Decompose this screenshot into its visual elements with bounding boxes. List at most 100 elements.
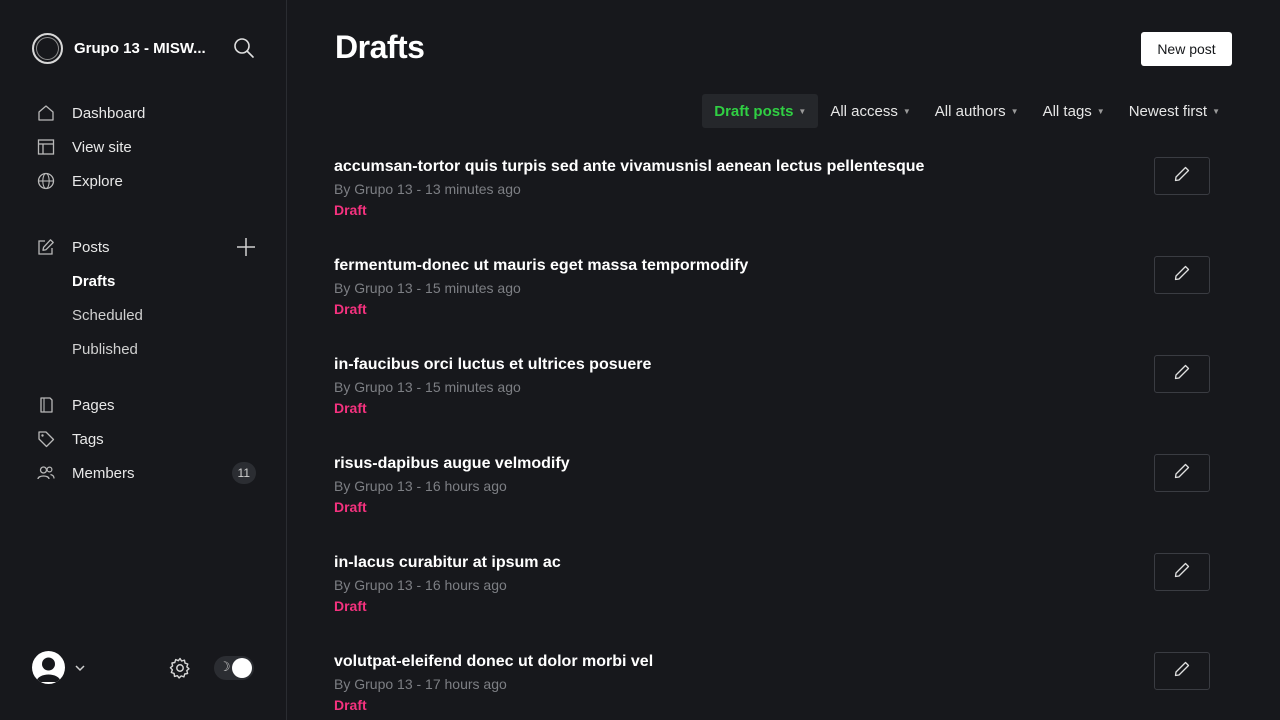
post-list-item[interactable]: volutpat-eleifend donec ut dolor morbi v… bbox=[334, 649, 1214, 720]
filter-label: All authors bbox=[934, 102, 1006, 120]
post-list-item[interactable]: in-faucibus orci luctus et ultrices posu… bbox=[334, 352, 1214, 451]
pencil-icon bbox=[1174, 166, 1190, 187]
nav-label: Explore bbox=[72, 172, 123, 190]
content-nav: Pages Tags Members 11 bbox=[32, 388, 262, 490]
edit-post-button[interactable] bbox=[1154, 256, 1210, 294]
nav-label: Scheduled bbox=[72, 306, 143, 324]
chevron-down-icon: ▼ bbox=[798, 106, 807, 116]
nav-label: Posts bbox=[72, 238, 110, 256]
main-nav: Dashboard View site Explore bbox=[32, 96, 262, 198]
filter-type-dropdown[interactable]: Draft posts ▼ bbox=[702, 94, 819, 128]
post-status: Draft bbox=[334, 499, 367, 515]
chevron-down-icon: ▼ bbox=[902, 106, 911, 116]
nav-label: Members bbox=[72, 464, 135, 482]
members-count-badge: 11 bbox=[231, 462, 256, 484]
tag-icon bbox=[36, 429, 56, 449]
post-list-item[interactable]: risus-dapibus augue velmodify By Grupo 1… bbox=[334, 451, 1214, 550]
nav-tags[interactable]: Tags bbox=[32, 422, 262, 456]
post-list-item[interactable]: in-lacus curabitur at ipsum ac By Grupo … bbox=[334, 550, 1214, 649]
edit-post-button[interactable] bbox=[1154, 553, 1210, 591]
pencil-icon bbox=[1174, 364, 1190, 385]
nav-label: Pages bbox=[72, 396, 115, 414]
post-title[interactable]: volutpat-eleifend donec ut dolor morbi v… bbox=[334, 653, 653, 671]
filter-label: All tags bbox=[1042, 102, 1092, 120]
theme-toggle[interactable]: ☽ bbox=[214, 656, 254, 680]
post-list-item[interactable]: fermentum-donec ut mauris eget massa tem… bbox=[334, 253, 1214, 352]
post-meta: By Grupo 13 - 16 hours ago bbox=[334, 478, 507, 494]
filter-label: Newest first bbox=[1128, 102, 1208, 120]
pencil-icon bbox=[1174, 463, 1190, 484]
sidebar-footer: ☽ bbox=[32, 651, 256, 685]
site-brand[interactable]: Grupo 13 - MISW... bbox=[32, 32, 212, 64]
filter-label: Draft posts bbox=[714, 102, 794, 120]
chevron-down-icon: ▼ bbox=[1010, 106, 1019, 116]
filter-label: All access bbox=[830, 102, 898, 120]
post-meta: By Grupo 13 - 13 minutes ago bbox=[334, 181, 521, 197]
pencil-icon bbox=[1174, 265, 1190, 286]
post-status: Draft bbox=[334, 301, 367, 317]
nav-dashboard[interactable]: Dashboard bbox=[32, 96, 262, 130]
filter-tags-dropdown[interactable]: All tags ▼ bbox=[1031, 94, 1117, 128]
nav-drafts[interactable]: Drafts bbox=[32, 264, 262, 298]
nav-label: View site bbox=[72, 138, 132, 156]
edit-post-icon bbox=[36, 237, 56, 257]
new-post-button[interactable]: New post bbox=[1141, 32, 1232, 66]
post-list-item[interactable]: accumsan-tortor quis turpis sed ante viv… bbox=[334, 154, 1214, 253]
nav-explore[interactable]: Explore bbox=[32, 164, 262, 198]
nav-published[interactable]: Published bbox=[32, 332, 262, 366]
filter-access-dropdown[interactable]: All access ▼ bbox=[818, 94, 922, 128]
nav-label: Dashboard bbox=[72, 104, 146, 122]
post-title[interactable]: risus-dapibus augue velmodify bbox=[334, 455, 570, 473]
post-title[interactable]: fermentum-donec ut mauris eget massa tem… bbox=[334, 257, 748, 275]
pencil-icon bbox=[1174, 562, 1190, 583]
moon-icon: ☽ bbox=[219, 659, 231, 674]
nav-posts[interactable]: Posts bbox=[32, 230, 262, 264]
edit-post-button[interactable] bbox=[1154, 355, 1210, 393]
main-content: Drafts New post Draft posts ▼ All access ▼… bbox=[287, 0, 1280, 720]
post-list: accumsan-tortor quis turpis sed ante viv… bbox=[334, 154, 1214, 720]
chevron-down-icon[interactable] bbox=[74, 661, 86, 679]
chevron-down-icon: ▼ bbox=[1212, 106, 1220, 116]
post-title[interactable]: in-faucibus orci luctus et ultrices posu… bbox=[334, 356, 651, 374]
site-logo-icon bbox=[32, 32, 63, 64]
nav-label: Published bbox=[72, 340, 138, 358]
pages-icon bbox=[36, 395, 56, 415]
nav-view-site[interactable]: View site bbox=[32, 130, 262, 164]
home-icon bbox=[36, 103, 56, 123]
post-title[interactable]: accumsan-tortor quis turpis sed ante viv… bbox=[334, 158, 924, 176]
post-meta: By Grupo 13 - 16 hours ago bbox=[334, 577, 507, 593]
edit-post-button[interactable] bbox=[1154, 652, 1210, 690]
gear-icon[interactable] bbox=[168, 656, 192, 680]
post-status: Draft bbox=[334, 202, 367, 218]
posts-nav: Posts Drafts Scheduled Published bbox=[32, 230, 262, 366]
globe-icon bbox=[36, 171, 56, 191]
user-avatar-icon[interactable] bbox=[32, 651, 65, 684]
post-meta: By Grupo 13 - 17 hours ago bbox=[334, 676, 507, 692]
layout-icon bbox=[36, 137, 56, 157]
nav-pages[interactable]: Pages bbox=[32, 388, 262, 422]
site-name: Grupo 13 - MISW... bbox=[74, 39, 206, 57]
nav-label: Tags bbox=[72, 430, 104, 448]
edit-post-button[interactable] bbox=[1154, 454, 1210, 492]
nav-members[interactable]: Members 11 bbox=[32, 456, 262, 490]
sidebar: Grupo 13 - MISW... Dashboard View site E… bbox=[0, 0, 287, 720]
search-icon[interactable] bbox=[233, 37, 255, 59]
toggle-knob bbox=[232, 658, 252, 678]
post-status: Draft bbox=[334, 697, 367, 713]
chevron-down-icon: ▼ bbox=[1096, 106, 1105, 116]
filter-bar: Draft posts ▼ All access ▼ All authors ▼ Al… bbox=[702, 94, 1232, 128]
nav-scheduled[interactable]: Scheduled bbox=[32, 298, 262, 332]
nav-label: Drafts bbox=[72, 272, 116, 290]
new-post-plus-icon[interactable] bbox=[236, 237, 256, 257]
filter-order-dropdown[interactable]: Newest first ▼ bbox=[1117, 94, 1232, 128]
post-status: Draft bbox=[334, 400, 367, 416]
post-title[interactable]: in-lacus curabitur at ipsum ac bbox=[334, 554, 561, 572]
page-title: Drafts bbox=[335, 29, 425, 65]
edit-post-button[interactable] bbox=[1154, 157, 1210, 195]
post-status: Draft bbox=[334, 598, 367, 614]
members-icon bbox=[36, 463, 56, 483]
filter-authors-dropdown[interactable]: All authors ▼ bbox=[923, 94, 1031, 128]
post-meta: By Grupo 13 - 15 minutes ago bbox=[334, 379, 521, 395]
post-meta: By Grupo 13 - 15 minutes ago bbox=[334, 280, 521, 296]
pencil-icon bbox=[1174, 661, 1190, 682]
